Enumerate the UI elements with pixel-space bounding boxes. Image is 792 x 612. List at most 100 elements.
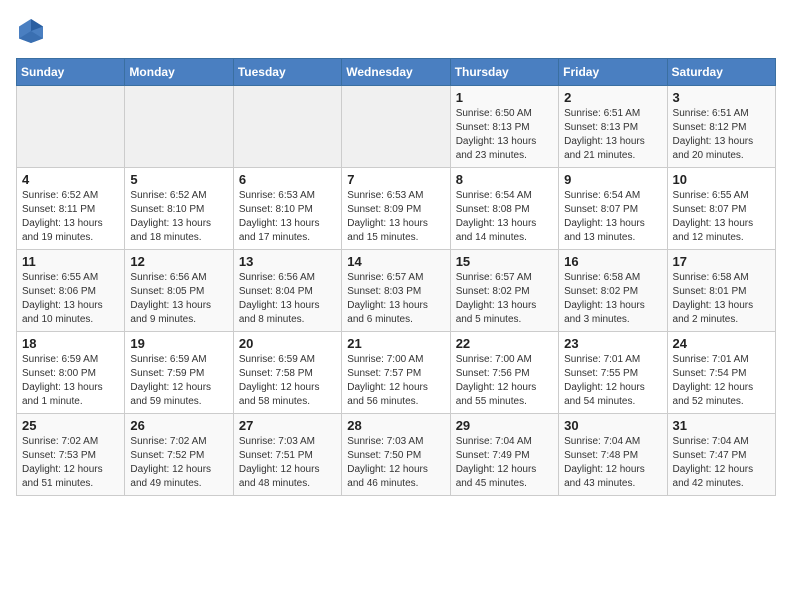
day-info: Sunrise: 6:54 AM Sunset: 8:07 PM Dayligh… bbox=[564, 189, 661, 245]
header-tuesday: Tuesday bbox=[233, 59, 341, 86]
day-info: Sunrise: 6:54 AM Sunset: 8:08 PM Dayligh… bbox=[456, 189, 553, 245]
calendar-cell: 28Sunrise: 7:03 AM Sunset: 7:50 PM Dayli… bbox=[342, 414, 450, 496]
calendar-cell: 7 Sunrise: 6:53 AM Sunset: 8:09 PM Daylig… bbox=[342, 168, 450, 250]
day-info: Sunrise: 6:50 AM Sunset: 8:13 PM Dayligh… bbox=[456, 107, 553, 163]
calendar-cell: 29 Sunrise: 7:04 AM Sunset: 7:49 PM Dayli… bbox=[450, 414, 558, 496]
day-info: Sunrise: 7:04 AM Sunset: 7:49 PM Dayligh… bbox=[456, 435, 553, 491]
day-info: Sunrise: 7:01 AM Sunset: 7:54 PM Dayligh… bbox=[673, 353, 770, 409]
day-number: 30 bbox=[564, 418, 661, 433]
day-info: Sunrise: 6:55 AM Sunset: 8:07 PM Dayligh… bbox=[673, 189, 770, 245]
week-row-1: 1 Sunrise: 6:50 AM Sunset: 8:13 PM Daylig… bbox=[17, 86, 776, 168]
day-info: Sunrise: 6:51 AM Sunset: 8:13 PM Dayligh… bbox=[564, 107, 661, 163]
day-info: Sunrise: 6:59 AM Sunset: 7:58 PM Dayligh… bbox=[239, 353, 336, 409]
calendar-cell: 16 Sunrise: 6:58 AM Sunset: 8:02 PM Dayli… bbox=[559, 250, 667, 332]
logo bbox=[16, 16, 50, 46]
day-info: Sunrise: 6:52 AM Sunset: 8:10 PM Dayligh… bbox=[130, 189, 227, 245]
calendar-cell: 5 Sunrise: 6:52 AM Sunset: 8:10 PM Daylig… bbox=[125, 168, 233, 250]
days-of-week-row: SundayMondayTuesdayWednesdayThursdayFrid… bbox=[17, 59, 776, 86]
calendar-cell bbox=[17, 86, 125, 168]
day-number: 26 bbox=[130, 418, 227, 433]
day-number: 22 bbox=[456, 336, 553, 351]
calendar-cell: 17 Sunrise: 6:58 AM Sunset: 8:01 PM Dayli… bbox=[667, 250, 775, 332]
day-info: Sunrise: 6:56 AM Sunset: 8:05 PM Dayligh… bbox=[130, 271, 227, 327]
day-number: 31 bbox=[673, 418, 770, 433]
day-number: 20 bbox=[239, 336, 336, 351]
calendar-cell: 14 Sunrise: 6:57 AM Sunset: 8:03 PM Dayli… bbox=[342, 250, 450, 332]
header-wednesday: Wednesday bbox=[342, 59, 450, 86]
calendar-cell: 18 Sunrise: 6:59 AM Sunset: 8:00 PM Dayli… bbox=[17, 332, 125, 414]
calendar-cell: 3 Sunrise: 6:51 AM Sunset: 8:12 PM Daylig… bbox=[667, 86, 775, 168]
day-number: 17 bbox=[673, 254, 770, 269]
day-info: Sunrise: 7:04 AM Sunset: 7:48 PM Dayligh… bbox=[564, 435, 661, 491]
page-header bbox=[16, 16, 776, 46]
calendar-cell: 9 Sunrise: 6:54 AM Sunset: 8:07 PM Daylig… bbox=[559, 168, 667, 250]
calendar-cell bbox=[342, 86, 450, 168]
day-info: Sunrise: 7:00 AM Sunset: 7:57 PM Dayligh… bbox=[347, 353, 444, 409]
day-info: Sunrise: 6:51 AM Sunset: 8:12 PM Dayligh… bbox=[673, 107, 770, 163]
day-number: 27 bbox=[239, 418, 336, 433]
day-number: 25 bbox=[22, 418, 119, 433]
week-row-4: 18 Sunrise: 6:59 AM Sunset: 8:00 PM Dayli… bbox=[17, 332, 776, 414]
day-info: Sunrise: 7:02 AM Sunset: 7:53 PM Dayligh… bbox=[22, 435, 119, 491]
day-number: 19 bbox=[130, 336, 227, 351]
calendar-table: SundayMondayTuesdayWednesdayThursdayFrid… bbox=[16, 58, 776, 496]
calendar-cell bbox=[233, 86, 341, 168]
day-info: Sunrise: 7:04 AM Sunset: 7:47 PM Dayligh… bbox=[673, 435, 770, 491]
day-number: 14 bbox=[347, 254, 444, 269]
day-info: Sunrise: 6:52 AM Sunset: 8:11 PM Dayligh… bbox=[22, 189, 119, 245]
day-number: 8 bbox=[456, 172, 553, 187]
calendar-cell: 10Sunrise: 6:55 AM Sunset: 8:07 PM Dayli… bbox=[667, 168, 775, 250]
day-number: 4 bbox=[22, 172, 119, 187]
calendar-cell: 6Sunrise: 6:53 AM Sunset: 8:10 PM Daylig… bbox=[233, 168, 341, 250]
calendar-cell: 23 Sunrise: 7:01 AM Sunset: 7:55 PM Dayli… bbox=[559, 332, 667, 414]
calendar-cell: 1 Sunrise: 6:50 AM Sunset: 8:13 PM Daylig… bbox=[450, 86, 558, 168]
week-row-5: 25 Sunrise: 7:02 AM Sunset: 7:53 PM Dayli… bbox=[17, 414, 776, 496]
day-info: Sunrise: 6:56 AM Sunset: 8:04 PM Dayligh… bbox=[239, 271, 336, 327]
calendar-body: 1 Sunrise: 6:50 AM Sunset: 8:13 PM Daylig… bbox=[17, 86, 776, 496]
day-info: Sunrise: 6:59 AM Sunset: 7:59 PM Dayligh… bbox=[130, 353, 227, 409]
day-number: 6 bbox=[239, 172, 336, 187]
calendar-header: SundayMondayTuesdayWednesdayThursdayFrid… bbox=[17, 59, 776, 86]
day-number: 16 bbox=[564, 254, 661, 269]
day-number: 7 bbox=[347, 172, 444, 187]
calendar-cell: 12 Sunrise: 6:56 AM Sunset: 8:05 PM Dayli… bbox=[125, 250, 233, 332]
day-info: Sunrise: 6:57 AM Sunset: 8:02 PM Dayligh… bbox=[456, 271, 553, 327]
day-number: 21 bbox=[347, 336, 444, 351]
day-number: 28 bbox=[347, 418, 444, 433]
day-info: Sunrise: 7:00 AM Sunset: 7:56 PM Dayligh… bbox=[456, 353, 553, 409]
calendar-cell: 27Sunrise: 7:03 AM Sunset: 7:51 PM Dayli… bbox=[233, 414, 341, 496]
header-thursday: Thursday bbox=[450, 59, 558, 86]
calendar-cell: 13 Sunrise: 6:56 AM Sunset: 8:04 PM Dayli… bbox=[233, 250, 341, 332]
calendar-cell: 19 Sunrise: 6:59 AM Sunset: 7:59 PM Dayli… bbox=[125, 332, 233, 414]
calendar-cell: 24 Sunrise: 7:01 AM Sunset: 7:54 PM Dayli… bbox=[667, 332, 775, 414]
calendar-cell: 31 Sunrise: 7:04 AM Sunset: 7:47 PM Dayli… bbox=[667, 414, 775, 496]
header-saturday: Saturday bbox=[667, 59, 775, 86]
day-number: 18 bbox=[22, 336, 119, 351]
day-info: Sunrise: 6:57 AM Sunset: 8:03 PM Dayligh… bbox=[347, 271, 444, 327]
calendar-cell: 4 Sunrise: 6:52 AM Sunset: 8:11 PM Daylig… bbox=[17, 168, 125, 250]
calendar-cell: 30 Sunrise: 7:04 AM Sunset: 7:48 PM Dayli… bbox=[559, 414, 667, 496]
day-number: 3 bbox=[673, 90, 770, 105]
day-number: 24 bbox=[673, 336, 770, 351]
day-number: 12 bbox=[130, 254, 227, 269]
day-info: Sunrise: 7:02 AM Sunset: 7:52 PM Dayligh… bbox=[130, 435, 227, 491]
day-info: Sunrise: 6:58 AM Sunset: 8:02 PM Dayligh… bbox=[564, 271, 661, 327]
day-info: Sunrise: 6:59 AM Sunset: 8:00 PM Dayligh… bbox=[22, 353, 119, 409]
day-info: Sunrise: 6:53 AM Sunset: 8:09 PM Dayligh… bbox=[347, 189, 444, 245]
calendar-cell: 22 Sunrise: 7:00 AM Sunset: 7:56 PM Dayli… bbox=[450, 332, 558, 414]
week-row-3: 11Sunrise: 6:55 AM Sunset: 8:06 PM Dayli… bbox=[17, 250, 776, 332]
day-number: 11 bbox=[22, 254, 119, 269]
day-number: 9 bbox=[564, 172, 661, 187]
day-info: Sunrise: 7:01 AM Sunset: 7:55 PM Dayligh… bbox=[564, 353, 661, 409]
day-number: 29 bbox=[456, 418, 553, 433]
day-info: Sunrise: 6:58 AM Sunset: 8:01 PM Dayligh… bbox=[673, 271, 770, 327]
week-row-2: 4 Sunrise: 6:52 AM Sunset: 8:11 PM Daylig… bbox=[17, 168, 776, 250]
header-monday: Monday bbox=[125, 59, 233, 86]
calendar-cell: 21 Sunrise: 7:00 AM Sunset: 7:57 PM Dayli… bbox=[342, 332, 450, 414]
day-number: 5 bbox=[130, 172, 227, 187]
day-number: 1 bbox=[456, 90, 553, 105]
day-number: 23 bbox=[564, 336, 661, 351]
day-number: 15 bbox=[456, 254, 553, 269]
day-number: 13 bbox=[239, 254, 336, 269]
calendar-cell: 25 Sunrise: 7:02 AM Sunset: 7:53 PM Dayli… bbox=[17, 414, 125, 496]
